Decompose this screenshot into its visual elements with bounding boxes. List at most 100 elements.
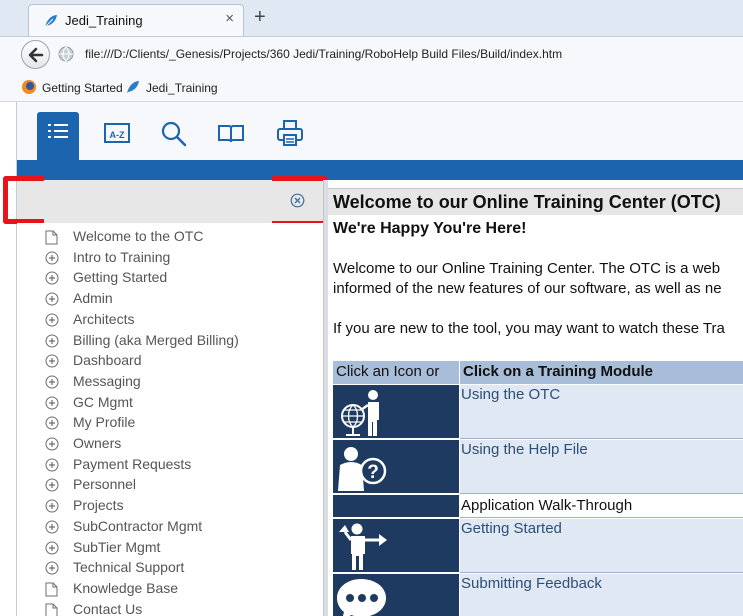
toc-item-architects[interactable]: Architects: [17, 309, 323, 329]
printer-icon: [277, 120, 303, 146]
browser-tab-strip: Jedi_Training × +: [0, 0, 743, 36]
module-submitting-feedback[interactable]: Submitting Feedback: [460, 574, 743, 616]
toc-item-my-profile[interactable]: My Profile: [17, 412, 323, 432]
magnifier-icon: [161, 121, 187, 147]
toc-item-label: SubContractor Mgmt: [73, 517, 203, 534]
toc-item-intro-to-training[interactable]: Intro to Training: [17, 247, 323, 267]
list-icon: [48, 124, 68, 138]
print-button[interactable]: [269, 114, 311, 156]
new-user-paragraph: If you are new to the tool, you may want…: [333, 320, 725, 337]
search-button[interactable]: [152, 114, 194, 156]
url-field[interactable]: file:///D:/Clients/_Genesis/Projects/360…: [85, 47, 562, 61]
toc-item-getting-started[interactable]: Getting Started: [17, 267, 323, 287]
toc-item-projects[interactable]: Projects: [17, 495, 323, 515]
toc-item-label: Projects: [73, 497, 124, 514]
table-header-icons: Click an Icon or: [333, 361, 459, 384]
page-icon: [45, 603, 58, 616]
module-using-the-help-file[interactable]: Using the Help File: [460, 440, 743, 494]
toc-item-label: Getting Started: [73, 269, 168, 286]
help-toolbar: A-Z: [17, 102, 743, 162]
bookmark-label: Getting Started: [42, 81, 123, 95]
toc-item-technical-support[interactable]: Technical Support: [17, 557, 323, 577]
browser-nav-bar: file:///D:/Clients/_Genesis/Projects/360…: [0, 36, 743, 72]
toc-item-label: Technical Support: [73, 559, 185, 576]
module-link[interactable]: Using the OTC: [461, 386, 560, 403]
module-link[interactable]: Using the Help File: [461, 441, 588, 458]
module-link[interactable]: Getting Started: [461, 520, 562, 537]
toc-item-payment-requests[interactable]: Payment Requests: [17, 454, 323, 474]
toc-item-label: GC Mgmt: [73, 393, 133, 410]
toc-item-label: My Profile: [73, 414, 136, 431]
highlight-annotation-left: [3, 176, 44, 224]
feather-icon: [44, 15, 57, 28]
firefox-icon: [22, 80, 36, 94]
bookmark-label: Jedi_Training: [146, 81, 218, 95]
bookmark-getting-started[interactable]: Getting Started: [21, 79, 123, 95]
table-header-modules: Click on a Training Module: [460, 361, 743, 384]
toolbar-accent-stripe: [17, 160, 743, 180]
toc-item-owners[interactable]: Owners: [17, 433, 323, 453]
feather-icon: [127, 81, 139, 93]
module-getting-started[interactable]: Getting Started: [460, 519, 743, 573]
svg-text:?: ?: [367, 462, 379, 483]
globe-icon: [58, 46, 74, 62]
question-person-icon[interactable]: ?: [333, 440, 459, 494]
index-button[interactable]: A-Z: [95, 114, 137, 156]
toc-item-label: Messaging: [73, 372, 141, 389]
speech-bubble-icon[interactable]: [333, 574, 459, 616]
toc-panel: Welcome to the OTC Intro to Training Getti…: [17, 223, 323, 616]
book-icon: [218, 125, 244, 143]
toc-item-dashboard[interactable]: Dashboard: [17, 350, 323, 370]
header-label: Click on a Training Module: [463, 363, 654, 380]
toc-item-contact-us[interactable]: Contact Us: [17, 599, 323, 616]
presenter-globe-icon[interactable]: [333, 385, 459, 439]
toc-item-gc-mgmt[interactable]: GC Mgmt: [17, 392, 323, 412]
section-label: Application Walk-Through: [461, 497, 633, 514]
back-arrow-icon: [28, 47, 44, 63]
toc-item-label: Owners: [73, 435, 122, 451]
toc-item-label: Knowledge Base: [73, 579, 179, 596]
bookmarks-bar: Getting Started Jedi_Training: [0, 72, 743, 102]
header-label: Click an Icon or: [336, 363, 440, 380]
glossary-button[interactable]: [210, 114, 252, 156]
module-link[interactable]: Submitting Feedback: [461, 575, 602, 592]
svg-text:A-Z: A-Z: [110, 130, 125, 140]
back-button[interactable]: [21, 40, 50, 69]
highlight-annotation-right: [272, 176, 328, 226]
browser-tab[interactable]: Jedi_Training ×: [28, 4, 244, 36]
toc-item-billing-aka-merged-billing[interactable]: Billing (aka Merged Billing): [17, 330, 323, 350]
direction-person-icon[interactable]: [333, 519, 459, 573]
toc-item-admin[interactable]: Admin: [17, 288, 323, 308]
intro-paragraph-line2: informed of the new features of our soft…: [333, 280, 722, 297]
topic-title-bar: Welcome to our Online Training Center (O…: [328, 188, 743, 215]
new-tab-button[interactable]: +: [254, 6, 266, 28]
toc-item-label: Billing (aka Merged Billing): [73, 331, 239, 348]
topic-title: Welcome to our Online Training Center (O…: [333, 192, 721, 212]
toc-item-label: Admin: [73, 290, 113, 307]
toc-item-label: Payment Requests: [73, 455, 192, 472]
toc-item-label: Dashboard: [73, 352, 142, 369]
toc-item-knowledge-base[interactable]: Knowledge Base: [17, 578, 323, 598]
toc-item-welcome-to-the-otc[interactable]: Welcome to the OTC: [17, 226, 323, 246]
section-icon-cell: [333, 495, 459, 518]
intro-paragraph-line1: Welcome to our Online Training Center. T…: [333, 260, 721, 277]
a-z-index-icon: A-Z: [104, 123, 130, 143]
toc-item-subtier-mgmt[interactable]: SubTier Mgmt: [17, 537, 323, 557]
toc-item-label: Intro to Training: [73, 248, 171, 265]
toc-item-label: Welcome to the OTC: [73, 228, 204, 244]
toc-item-messaging[interactable]: Messaging: [17, 371, 323, 391]
module-using-the-otc[interactable]: Using the OTC: [460, 385, 743, 439]
toc-item-subcontractor-mgmt[interactable]: SubContractor Mgmt: [17, 516, 323, 536]
toc-button[interactable]: [37, 112, 79, 162]
tab-title: Jedi_Training: [65, 13, 143, 28]
toc-item-label: Architects: [73, 310, 135, 327]
bookmark-jedi-training[interactable]: Jedi_Training: [125, 79, 218, 95]
section-application-walk-through: Application Walk-Through: [460, 495, 743, 518]
topic-subtitle: We're Happy You're Here!: [333, 220, 527, 237]
toc-item-label: SubTier Mgmt: [73, 538, 161, 555]
toc-item-label: Personnel: [73, 476, 137, 493]
tab-close-icon[interactable]: ×: [225, 10, 234, 27]
toc-item-label: Contact Us: [73, 600, 143, 616]
toc-item-personnel[interactable]: Personnel: [17, 474, 323, 494]
topic-content: Welcome to our Online Training Center (O…: [328, 180, 743, 616]
